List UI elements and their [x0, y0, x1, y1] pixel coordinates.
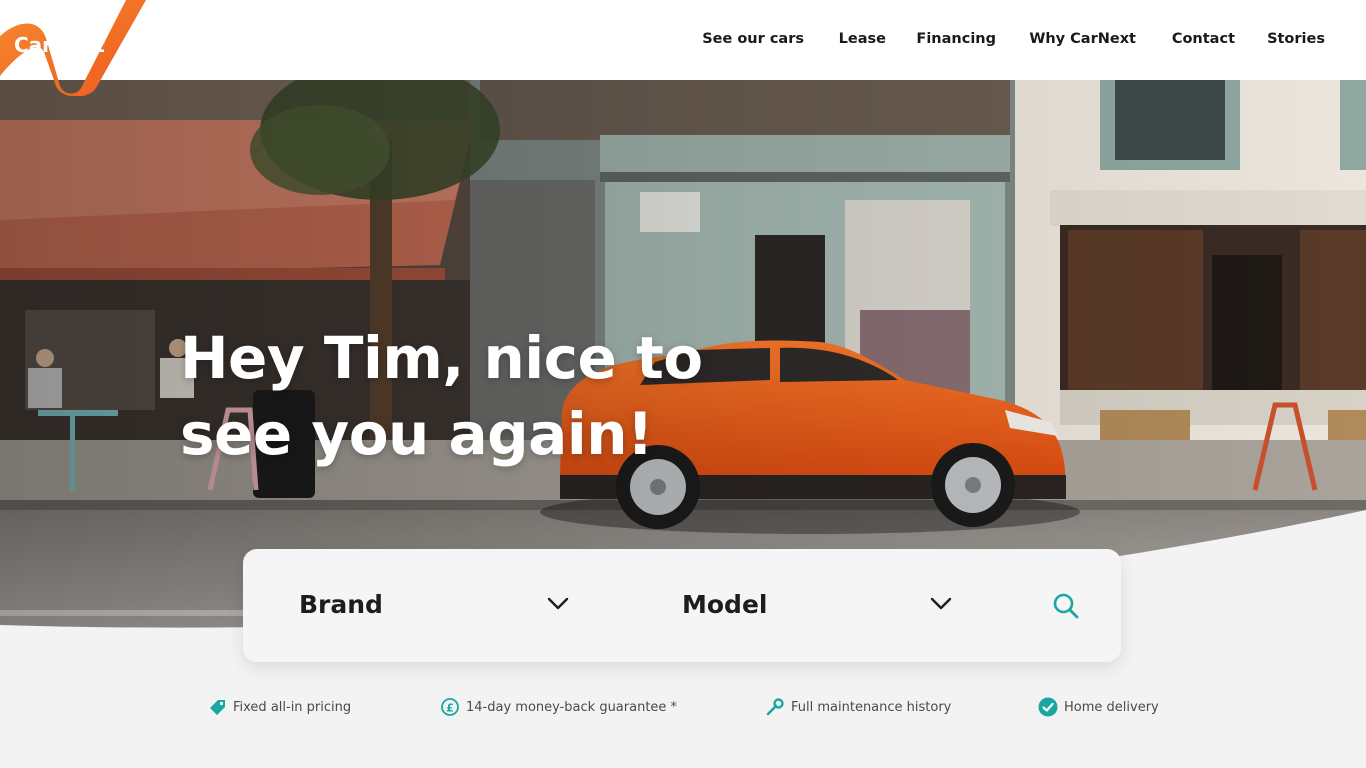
- nav-see-our-cars[interactable]: See our cars: [702, 31, 804, 47]
- search-icon[interactable]: [1051, 591, 1081, 621]
- nav-contact[interactable]: Contact: [1172, 31, 1235, 47]
- feature-money-back: £ 14-day money-back guarantee *: [440, 694, 677, 720]
- feature-maintenance-history: Full maintenance history: [765, 694, 951, 720]
- chevron-down-icon: [930, 597, 952, 610]
- model-select-label: Model: [682, 590, 768, 619]
- hero-title-line-2: see you again!: [180, 400, 653, 468]
- car-search-box: Brand Model: [243, 549, 1121, 662]
- nav-why-carnext[interactable]: Why CarNext: [1029, 31, 1136, 47]
- feature-label: Fixed all-in pricing: [233, 699, 352, 715]
- pound-refund-icon: £: [441, 698, 459, 716]
- brand-select-label: Brand: [299, 590, 383, 619]
- nav-lease[interactable]: Lease: [839, 31, 886, 47]
- feature-label: Full maintenance history: [791, 699, 952, 715]
- carnext-logo[interactable]: CarNext: [0, 0, 150, 97]
- feature-label: Home delivery: [1064, 699, 1159, 715]
- chevron-down-icon: [547, 597, 569, 610]
- nav-stories[interactable]: Stories: [1267, 31, 1325, 47]
- nav-financing[interactable]: Financing: [916, 31, 996, 47]
- site-header: CarNext See our cars Lease Financing Why…: [0, 0, 1366, 97]
- brand-select[interactable]: Brand: [243, 549, 626, 662]
- svg-text:£: £: [446, 702, 454, 715]
- check-circle-icon: [1038, 697, 1058, 717]
- model-select[interactable]: Model: [626, 549, 1009, 662]
- hero-title-line-1: Hey Tim, nice to: [180, 324, 703, 392]
- feature-fixed-pricing: Fixed all-in pricing: [207, 694, 351, 720]
- price-tag-icon: [210, 700, 225, 715]
- feature-home-delivery: Home delivery: [1038, 694, 1159, 720]
- feature-label: 14-day money-back guarantee *: [466, 699, 678, 715]
- wrench-icon: [766, 698, 784, 716]
- carnext-logo-mark: CarNext: [0, 0, 146, 97]
- logo-text: CarNext: [14, 33, 105, 57]
- hero-title: Hey Tim, nice to see you again!: [180, 320, 703, 472]
